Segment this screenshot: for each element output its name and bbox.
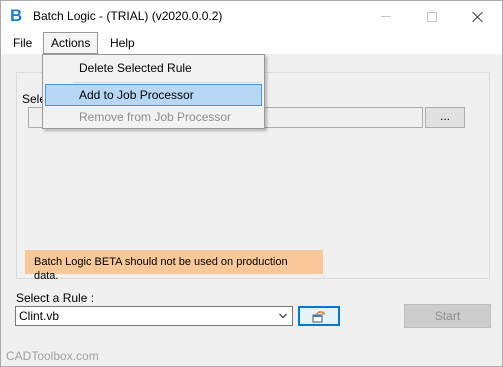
title-bar: B Batch Logic - (TRIAL) (v2020.0.0.2) xyxy=(1,1,502,32)
close-button[interactable] xyxy=(455,1,501,32)
footer-brand[interactable]: CADToolbox.com xyxy=(6,349,99,363)
menu-file[interactable]: File xyxy=(6,33,39,53)
menu-item-add-to-job-processor[interactable]: Add to Job Processor xyxy=(45,84,262,106)
maximize-icon xyxy=(427,11,437,22)
window-title: Batch Logic - (TRIAL) (v2020.0.0.2) xyxy=(33,9,223,23)
browse-button[interactable]: ... xyxy=(425,107,465,128)
minimize-button[interactable] xyxy=(363,1,409,32)
rule-select-value: Clint.vb xyxy=(19,309,60,323)
menu-bar: File Actions Help xyxy=(1,32,502,54)
menu-separator xyxy=(73,82,261,83)
close-icon xyxy=(472,11,484,23)
refresh-icon xyxy=(312,311,326,323)
beta-warning-banner: Batch Logic BETA should not be used on p… xyxy=(25,250,323,282)
menu-item-delete-selected-rule[interactable]: Delete Selected Rule xyxy=(45,57,262,79)
menu-actions[interactable]: Actions xyxy=(43,32,99,54)
maximize-button[interactable] xyxy=(409,1,455,32)
chevron-down-icon xyxy=(279,313,287,319)
refresh-rules-button[interactable] xyxy=(298,306,340,326)
app-logo-icon: B xyxy=(10,6,23,25)
menu-help[interactable]: Help xyxy=(103,33,142,53)
rule-select-label: Select a Rule : xyxy=(16,291,95,305)
rule-select-dropdown[interactable]: Clint.vb xyxy=(15,306,293,326)
app-window: B Batch Logic - (TRIAL) (v2020.0.0.2) Fi… xyxy=(0,0,503,367)
actions-dropdown-menu: Delete Selected Rule Add to Job Processo… xyxy=(42,54,265,129)
menu-item-remove-from-job-processor[interactable]: Remove from Job Processor xyxy=(45,106,262,128)
minimize-icon xyxy=(381,16,391,17)
start-button[interactable]: Start xyxy=(404,304,491,328)
